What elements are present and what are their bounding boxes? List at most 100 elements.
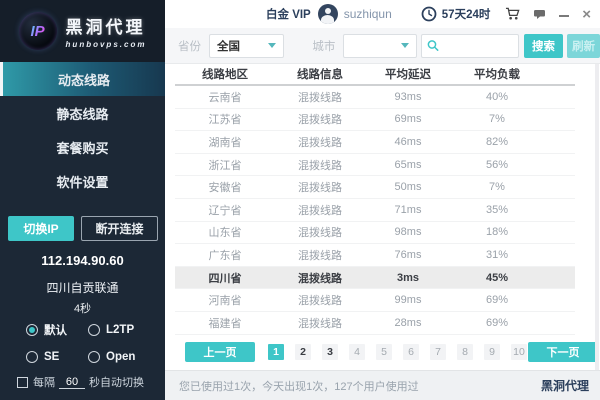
cell-region: 安徽省 (175, 179, 275, 195)
table-scrollbar[interactable] (595, 64, 599, 370)
sidebar-item-software-settings[interactable]: 软件设置 (0, 164, 165, 198)
table-row[interactable]: 浙江省混拨线路65ms56% (175, 154, 575, 177)
table-row[interactable]: 湖南省混拨线路46ms82% (175, 131, 575, 154)
cell-load: 40% (451, 91, 543, 103)
page-number-4[interactable]: 4 (349, 344, 365, 360)
protocol-radio-se[interactable]: SE (26, 351, 88, 363)
sidebar-item-dynamic-lines[interactable]: 动态线路 (0, 62, 165, 96)
table-row[interactable]: 江苏省混拨线路69ms7% (175, 109, 575, 132)
sidebar-menu: 动态线路静态线路套餐购买软件设置 (0, 62, 165, 198)
protocol-radio-default[interactable]: 默认 (26, 322, 88, 338)
cell-load: 31% (451, 249, 543, 261)
protocol-label: Open (106, 351, 135, 363)
next-page-button[interactable]: 下一页 (528, 342, 598, 362)
table-body: 云南省混拨线路93ms40%江苏省混拨线路69ms7%湖南省混拨线路46ms82… (175, 86, 575, 335)
cell-load: 45% (451, 272, 543, 284)
logo-ip-icon: IP (19, 12, 57, 50)
search-button[interactable]: 搜索 (524, 34, 564, 58)
disconnect-button[interactable]: 断开连接 (81, 216, 158, 241)
province-select[interactable]: 全国 (209, 34, 284, 58)
page-number-6[interactable]: 6 (403, 344, 419, 360)
current-ip: 112.194.90.60 (0, 253, 165, 268)
table-row[interactable]: 广东省混拨线路76ms31% (175, 244, 575, 267)
radio-icon[interactable] (88, 324, 100, 336)
filter-bar: 省份 全国 城市 搜索 刷新 (165, 28, 600, 64)
table-row[interactable]: 安徽省混拨线路50ms7% (175, 176, 575, 199)
cell-delay: 93ms (365, 91, 451, 103)
page-number-8[interactable]: 8 (457, 344, 473, 360)
refresh-button[interactable]: 刷新 (567, 34, 600, 58)
table-header-row: 线路地区线路信息平均延迟平均负载 (175, 64, 575, 86)
page-number-10[interactable]: 10 (511, 344, 527, 360)
cell-delay: 69ms (365, 113, 451, 125)
cell-info: 混拨线路 (275, 179, 365, 195)
page-number-2[interactable]: 2 (295, 344, 311, 360)
protocol-radio-open[interactable]: Open (88, 351, 151, 363)
column-header: 线路地区 (175, 66, 275, 82)
close-icon[interactable]: × (582, 7, 591, 22)
page-number-3[interactable]: 3 (322, 344, 338, 360)
sidebar-item-plan-purchase[interactable]: 套餐购买 (0, 130, 165, 164)
current-location: 四川自贡联通 (0, 279, 165, 296)
table-row[interactable]: 山东省混拨线路98ms18% (175, 222, 575, 245)
cell-load: 69% (451, 317, 543, 329)
sidebar-item-static-lines[interactable]: 静态线路 (0, 96, 165, 130)
city-select[interactable] (343, 34, 416, 58)
prev-page-button[interactable]: 上一页 (185, 342, 255, 362)
auto-switch-suffix: 秒自动切换 (89, 374, 144, 390)
cell-region: 湖南省 (175, 134, 275, 150)
interval-input[interactable] (59, 376, 85, 389)
page-number-7[interactable]: 7 (430, 344, 446, 360)
table-row[interactable]: 云南省混拨线路93ms40% (175, 86, 575, 109)
protocol-label: L2TP (106, 324, 134, 336)
cart-icon[interactable] (505, 7, 520, 21)
radio-icon[interactable] (26, 324, 38, 336)
radio-icon[interactable] (88, 351, 100, 363)
page-numbers: 123456789 10 (268, 344, 527, 360)
protocol-radio-group: 默认 L2TP SE Open (26, 322, 151, 363)
cell-delay: 28ms (365, 317, 451, 329)
minimize-icon[interactable] (559, 15, 569, 17)
cell-region: 河南省 (175, 292, 275, 308)
cell-delay: 71ms (365, 204, 451, 216)
sidebar: IP 黑洞代理 hunbovps.com 动态线路静态线路套餐购买软件设置 切换… (0, 0, 165, 400)
chevron-down-icon (401, 43, 409, 48)
radio-icon[interactable] (26, 351, 38, 363)
cell-info: 混拨线路 (275, 111, 365, 127)
cell-info: 混拨线路 (275, 157, 365, 173)
switch-ip-button[interactable]: 切换IP (8, 216, 74, 241)
cell-delay: 76ms (365, 249, 451, 261)
cell-info: 混拨线路 (275, 89, 365, 105)
cell-load: 18% (451, 226, 543, 238)
auto-switch-checkbox[interactable] (17, 377, 28, 388)
logo-subtitle: hunbovps.com (66, 40, 147, 49)
column-header: 平均延迟 (365, 66, 451, 82)
protocol-label: SE (44, 351, 59, 363)
table-row[interactable]: 河南省混拨线路99ms69% (175, 289, 575, 312)
cell-region: 山东省 (175, 224, 275, 240)
table-row[interactable]: 辽宁省混拨线路71ms35% (175, 199, 575, 222)
table-row[interactable]: 四川省混拨线路3ms45% (175, 267, 575, 290)
message-icon[interactable] (533, 8, 546, 20)
cell-region: 福建省 (175, 315, 275, 331)
clock-icon (421, 6, 437, 22)
auto-switch-row: 每隔 秒自动切换 (17, 374, 144, 390)
status-bar: 您已使用过1次，今天出现1次，127个用户使用过 黑洞代理 (165, 370, 600, 400)
protocol-radio-l2tp[interactable]: L2TP (88, 322, 151, 338)
search-icon (427, 39, 439, 52)
page-number-1[interactable]: 1 (268, 344, 284, 360)
auto-switch-prefix: 每隔 (33, 374, 55, 390)
avatar[interactable] (318, 4, 338, 24)
search-input[interactable] (443, 40, 513, 52)
page-number-9[interactable]: 9 (484, 344, 500, 360)
connection-buttons: 切换IP 断开连接 (8, 216, 158, 241)
province-select-value: 全国 (217, 38, 240, 54)
cell-region: 辽宁省 (175, 202, 275, 218)
username: suzhiqun (344, 7, 392, 21)
cell-delay: 99ms (365, 294, 451, 306)
table-row[interactable]: 福建省混拨线路28ms69% (175, 312, 575, 335)
logo: IP 黑洞代理 hunbovps.com (0, 0, 165, 62)
cell-info: 混拨线路 (275, 270, 365, 286)
page-number-5[interactable]: 5 (376, 344, 392, 360)
cell-load: 69% (451, 294, 543, 306)
